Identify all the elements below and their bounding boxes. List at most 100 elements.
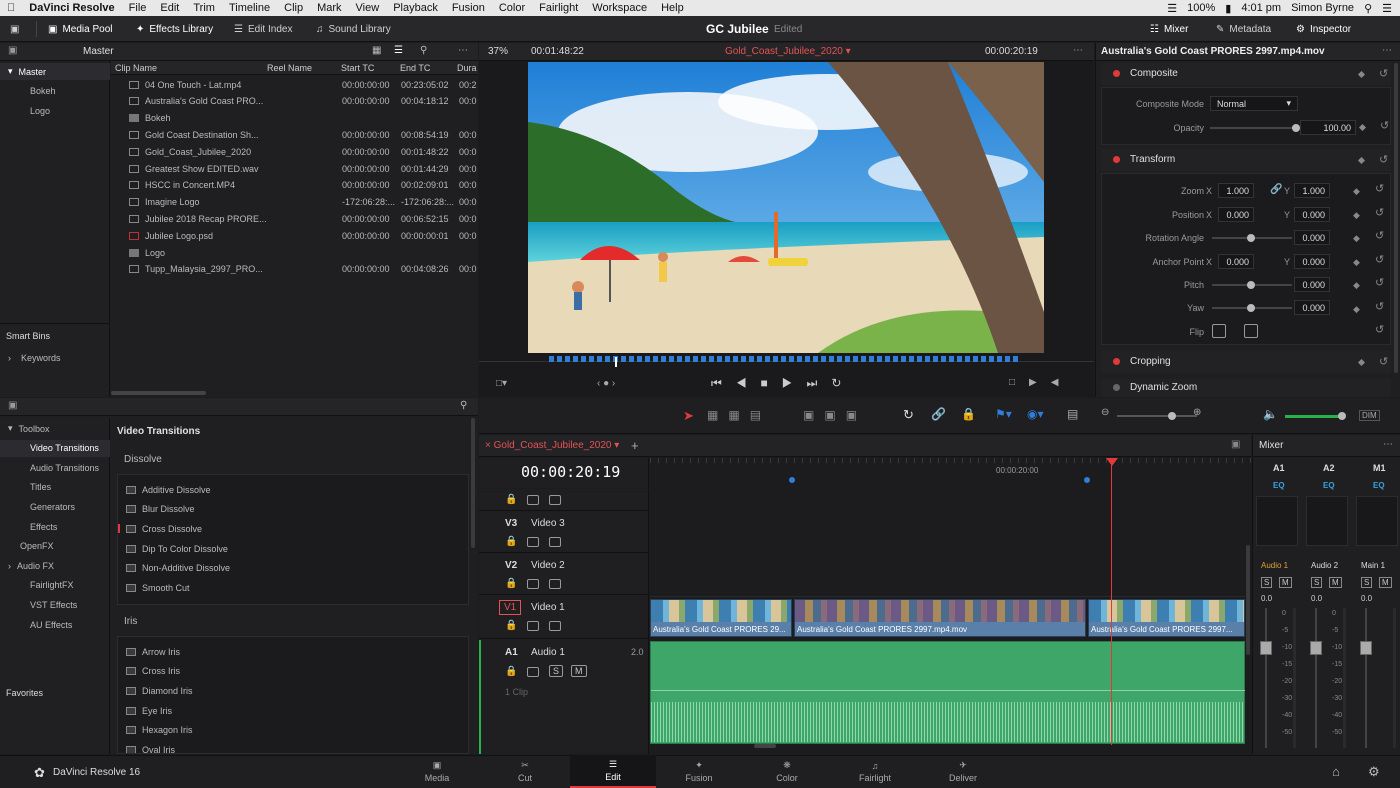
page-tab-media[interactable]: ▣ Media	[394, 755, 480, 788]
more-icon[interactable]: ⋯	[1383, 439, 1393, 450]
more-icon[interactable]: ⋯	[458, 45, 468, 56]
clock[interactable]: 4:01 pm	[1241, 2, 1281, 14]
play-icon[interactable]: ▶	[782, 376, 807, 390]
timeline-zoom-slider[interactable]	[1117, 415, 1197, 417]
bin-master[interactable]: ▾ Master	[0, 63, 110, 80]
transition-item[interactable]: Arrow Iris	[118, 643, 468, 660]
zoom-out-icon[interactable]: ⊖	[1101, 407, 1109, 418]
media-pool-button[interactable]: ▣ Media Pool	[48, 16, 112, 42]
zoom-in-icon[interactable]: ⊕	[1193, 407, 1201, 418]
mute-button[interactable]: M	[1329, 577, 1342, 588]
reset-icon[interactable]: ↺	[1379, 153, 1388, 166]
edit-index-button[interactable]: ☰ Edit Index	[234, 16, 292, 42]
effects-library-button[interactable]: ✦ Effects Library	[136, 16, 213, 42]
fullscreen-icon[interactable]: □	[1009, 377, 1029, 388]
auto-select-button[interactable]	[527, 667, 539, 677]
menu-workspace[interactable]: Workspace	[585, 2, 654, 14]
keyframe-icon[interactable]	[1357, 70, 1366, 79]
metadata-button[interactable]: ✎ Metadata	[1216, 16, 1271, 42]
track-id[interactable]: V1	[499, 600, 522, 615]
enable-dot[interactable]	[1113, 358, 1120, 365]
track-name[interactable]: Video 3	[531, 518, 565, 529]
reset-icon[interactable]: ↺	[1379, 67, 1388, 80]
trim-tool-icon[interactable]: ▦	[707, 408, 728, 422]
clip-row[interactable]: Gold Coast Destination Sh... 00:00:00:00 0…	[111, 126, 478, 143]
timeline-hscrollbar[interactable]	[754, 744, 776, 748]
pan-control[interactable]	[1306, 496, 1348, 546]
track-visibility-button[interactable]	[549, 537, 561, 547]
solo-button[interactable]: S	[1361, 577, 1373, 588]
position-y-field[interactable]: 0.000	[1294, 207, 1330, 222]
prev-edit-icon[interactable]: ◀	[1051, 377, 1073, 388]
settings-icon[interactable]: ⚙	[1368, 764, 1380, 780]
stop-icon[interactable]: ■	[761, 376, 782, 390]
solo-button[interactable]: S	[1311, 577, 1323, 588]
timeline-zoom-knob[interactable]	[1168, 412, 1176, 420]
menu-clip[interactable]: Clip	[277, 2, 310, 14]
transition-item[interactable]: Eye Iris	[118, 702, 468, 719]
transition-item[interactable]: Additive Dissolve	[118, 481, 468, 498]
col-clip-name[interactable]: Clip Name	[115, 63, 157, 73]
track-name[interactable]: Video 2	[531, 560, 565, 571]
volume-knob[interactable]	[1338, 412, 1346, 420]
clip-list-scrollbar[interactable]	[111, 391, 206, 395]
lock-icon[interactable]: 🔒	[961, 407, 976, 421]
home-icon[interactable]: ⌂	[1332, 764, 1340, 779]
insert-clip-icon[interactable]: ▣	[803, 408, 824, 422]
zoom-y-field[interactable]: 1.000	[1294, 183, 1330, 198]
search-icon[interactable]: ⚲	[460, 400, 467, 411]
marker-icon[interactable]: ◉▾	[1027, 407, 1044, 421]
composite-section-header[interactable]: Composite ↺	[1101, 63, 1391, 85]
replace-clip-icon[interactable]: ▣	[846, 408, 867, 422]
link-icon[interactable]: 🔗	[1270, 184, 1282, 195]
effects-tree-item[interactable]: Titles	[0, 479, 110, 496]
solo-button[interactable]: S	[1261, 577, 1273, 588]
lock-icon[interactable]: 🔒	[505, 494, 517, 505]
mute-button[interactable]: M	[1379, 577, 1392, 588]
fader-handle[interactable]	[1360, 641, 1372, 655]
transition-item[interactable]: Oval Iris	[118, 742, 468, 753]
fader-handle[interactable]	[1260, 641, 1272, 655]
pitch-field[interactable]: 0.000	[1294, 277, 1330, 292]
lock-icon[interactable]: 🔒	[505, 666, 517, 677]
transition-item[interactable]: Dip To Color Dissolve	[118, 540, 468, 557]
pan-control[interactable]	[1356, 496, 1398, 546]
page-tab-edit[interactable]: ☰ Edit	[570, 755, 656, 788]
battery-label[interactable]: 100%	[1187, 2, 1215, 14]
apple-icon[interactable]: 	[0, 2, 22, 14]
inspector-button[interactable]: ⚙ Inspector	[1296, 16, 1351, 42]
keyframe-icon[interactable]	[1357, 358, 1366, 367]
menu-app-name[interactable]: DaVinci Resolve	[22, 2, 121, 14]
track-visibility-button[interactable]	[549, 495, 561, 505]
anchor-x-field[interactable]: 0.000	[1218, 254, 1254, 269]
play-reverse-icon[interactable]: ◀	[736, 376, 761, 390]
clip-row[interactable]: Jubilee 2018 Recap PRORE... 00:00:00:00 00…	[111, 210, 478, 227]
enable-dot[interactable]	[1113, 156, 1120, 163]
lock-icon[interactable]: 🔒	[505, 578, 517, 589]
menu-color[interactable]: Color	[492, 2, 532, 14]
timeline-playhead[interactable]	[1111, 458, 1112, 745]
audio-clip[interactable]	[650, 641, 1245, 744]
zoom-x-field[interactable]: 1.000	[1218, 183, 1254, 198]
blade-tool-icon[interactable]: ▦	[728, 408, 749, 422]
bin-logo[interactable]: Logo	[0, 102, 50, 119]
transition-item[interactable]: Cross Dissolve	[118, 520, 468, 537]
col-reel-name[interactable]: Reel Name	[267, 63, 312, 73]
inspector-scrollbar[interactable]	[1394, 63, 1398, 373]
wifi-icon[interactable]: ☰	[1167, 2, 1177, 15]
next-frame-icon[interactable]: ▶	[1029, 377, 1051, 388]
list-view-icon[interactable]: ☰	[394, 45, 403, 56]
page-tab-fairlight[interactable]: ♫ Fairlight	[832, 755, 918, 788]
timeline-ruler[interactable]: 00:00:20:00	[650, 458, 1251, 488]
transition-item[interactable]: Smooth Cut	[118, 580, 468, 597]
rotation-slider-knob[interactable]	[1247, 234, 1255, 242]
transition-item[interactable]: Hexagon Iris	[118, 722, 468, 739]
composite-mode-select[interactable]: Normal ▾	[1210, 96, 1298, 111]
auto-select-button[interactable]	[527, 621, 539, 631]
more-icon[interactable]: ⋯	[1073, 45, 1083, 56]
battery-icon[interactable]: ▮	[1225, 2, 1231, 15]
fader-handle[interactable]	[1310, 641, 1322, 655]
page-tab-cut[interactable]: ✂ Cut	[482, 755, 568, 788]
clip-row[interactable]: Greatest Show EDITED.wav 00:00:00:00 00:01…	[111, 160, 478, 177]
opacity-slider-knob[interactable]	[1292, 124, 1300, 132]
